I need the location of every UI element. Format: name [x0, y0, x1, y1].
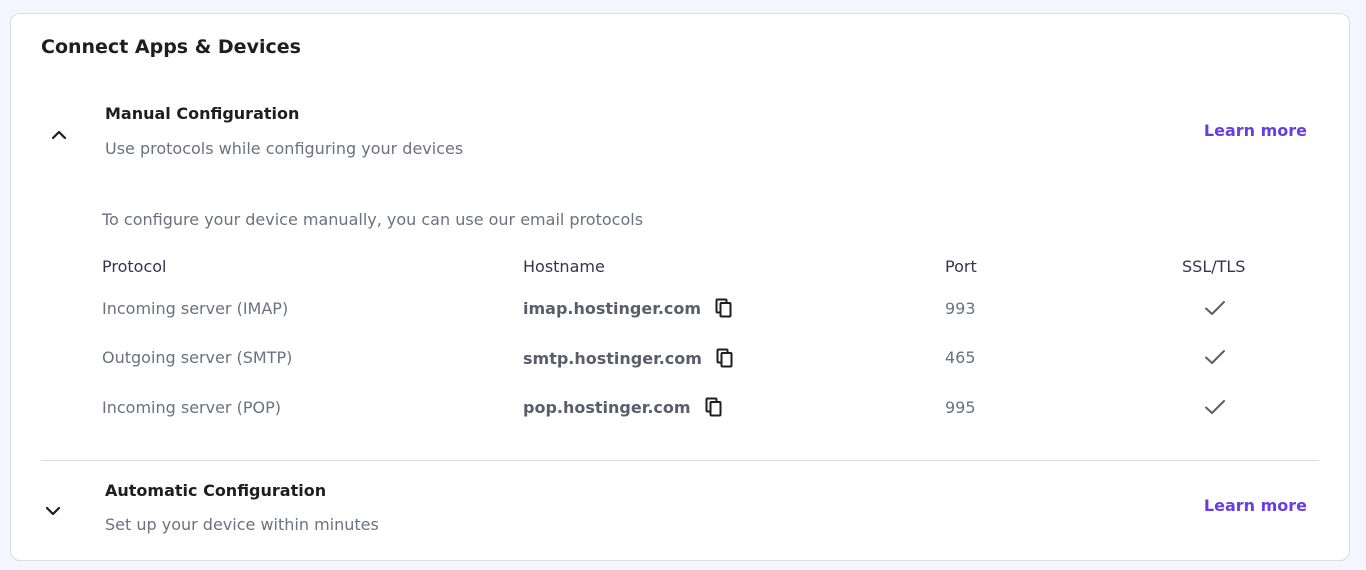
automatic-config-title: Automatic Configuration [105, 481, 327, 500]
automatic-learn-more-link[interactable]: Learn more [1204, 496, 1307, 515]
collapse-manual-toggle[interactable] [45, 121, 73, 149]
hostname-cell: pop.hostinger.com [523, 397, 723, 417]
chevron-up-icon [51, 130, 67, 140]
hostname-text: smtp.hostinger.com [523, 348, 702, 368]
check-icon [1205, 350, 1225, 364]
card-title: Connect Apps & Devices [41, 36, 301, 58]
copy-hostname-button[interactable] [716, 348, 734, 368]
check-icon [1205, 301, 1225, 315]
column-header-port: Port [945, 257, 977, 276]
section-divider [41, 460, 1319, 461]
copy-hostname-button[interactable] [705, 397, 723, 417]
manual-config-subtitle: Use protocols while configuring your dev… [105, 139, 464, 158]
port-cell: 465 [945, 348, 976, 367]
manual-learn-more-link[interactable]: Learn more [1204, 121, 1307, 140]
port-cell: 995 [945, 398, 976, 417]
automatic-config-subtitle: Set up your device within minutes [105, 515, 379, 534]
protocol-cell: Incoming server (IMAP) [102, 299, 289, 318]
hostname-cell: smtp.hostinger.com [523, 348, 734, 368]
column-header-protocol: Protocol [102, 257, 167, 276]
expand-automatic-toggle[interactable] [39, 497, 67, 525]
protocol-cell: Incoming server (POP) [102, 398, 281, 417]
copy-icon [705, 397, 722, 417]
manual-config-intro: To configure your device manually, you c… [102, 210, 644, 229]
check-icon [1205, 400, 1225, 414]
hostname-cell: imap.hostinger.com [523, 298, 733, 318]
hostname-text: imap.hostinger.com [523, 298, 702, 318]
hostname-text: pop.hostinger.com [523, 397, 691, 417]
connect-apps-card: Connect Apps & Devices Manual Configurat… [10, 13, 1350, 561]
chevron-down-icon [45, 506, 61, 516]
copy-icon [715, 298, 732, 318]
manual-config-title: Manual Configuration [105, 104, 300, 123]
copy-icon [716, 348, 733, 368]
protocol-cell: Outgoing server (SMTP) [102, 348, 293, 367]
column-header-ssl: SSL/TLS [1182, 257, 1246, 276]
column-header-hostname: Hostname [523, 257, 605, 276]
port-cell: 993 [945, 299, 976, 318]
copy-hostname-button[interactable] [715, 298, 733, 318]
